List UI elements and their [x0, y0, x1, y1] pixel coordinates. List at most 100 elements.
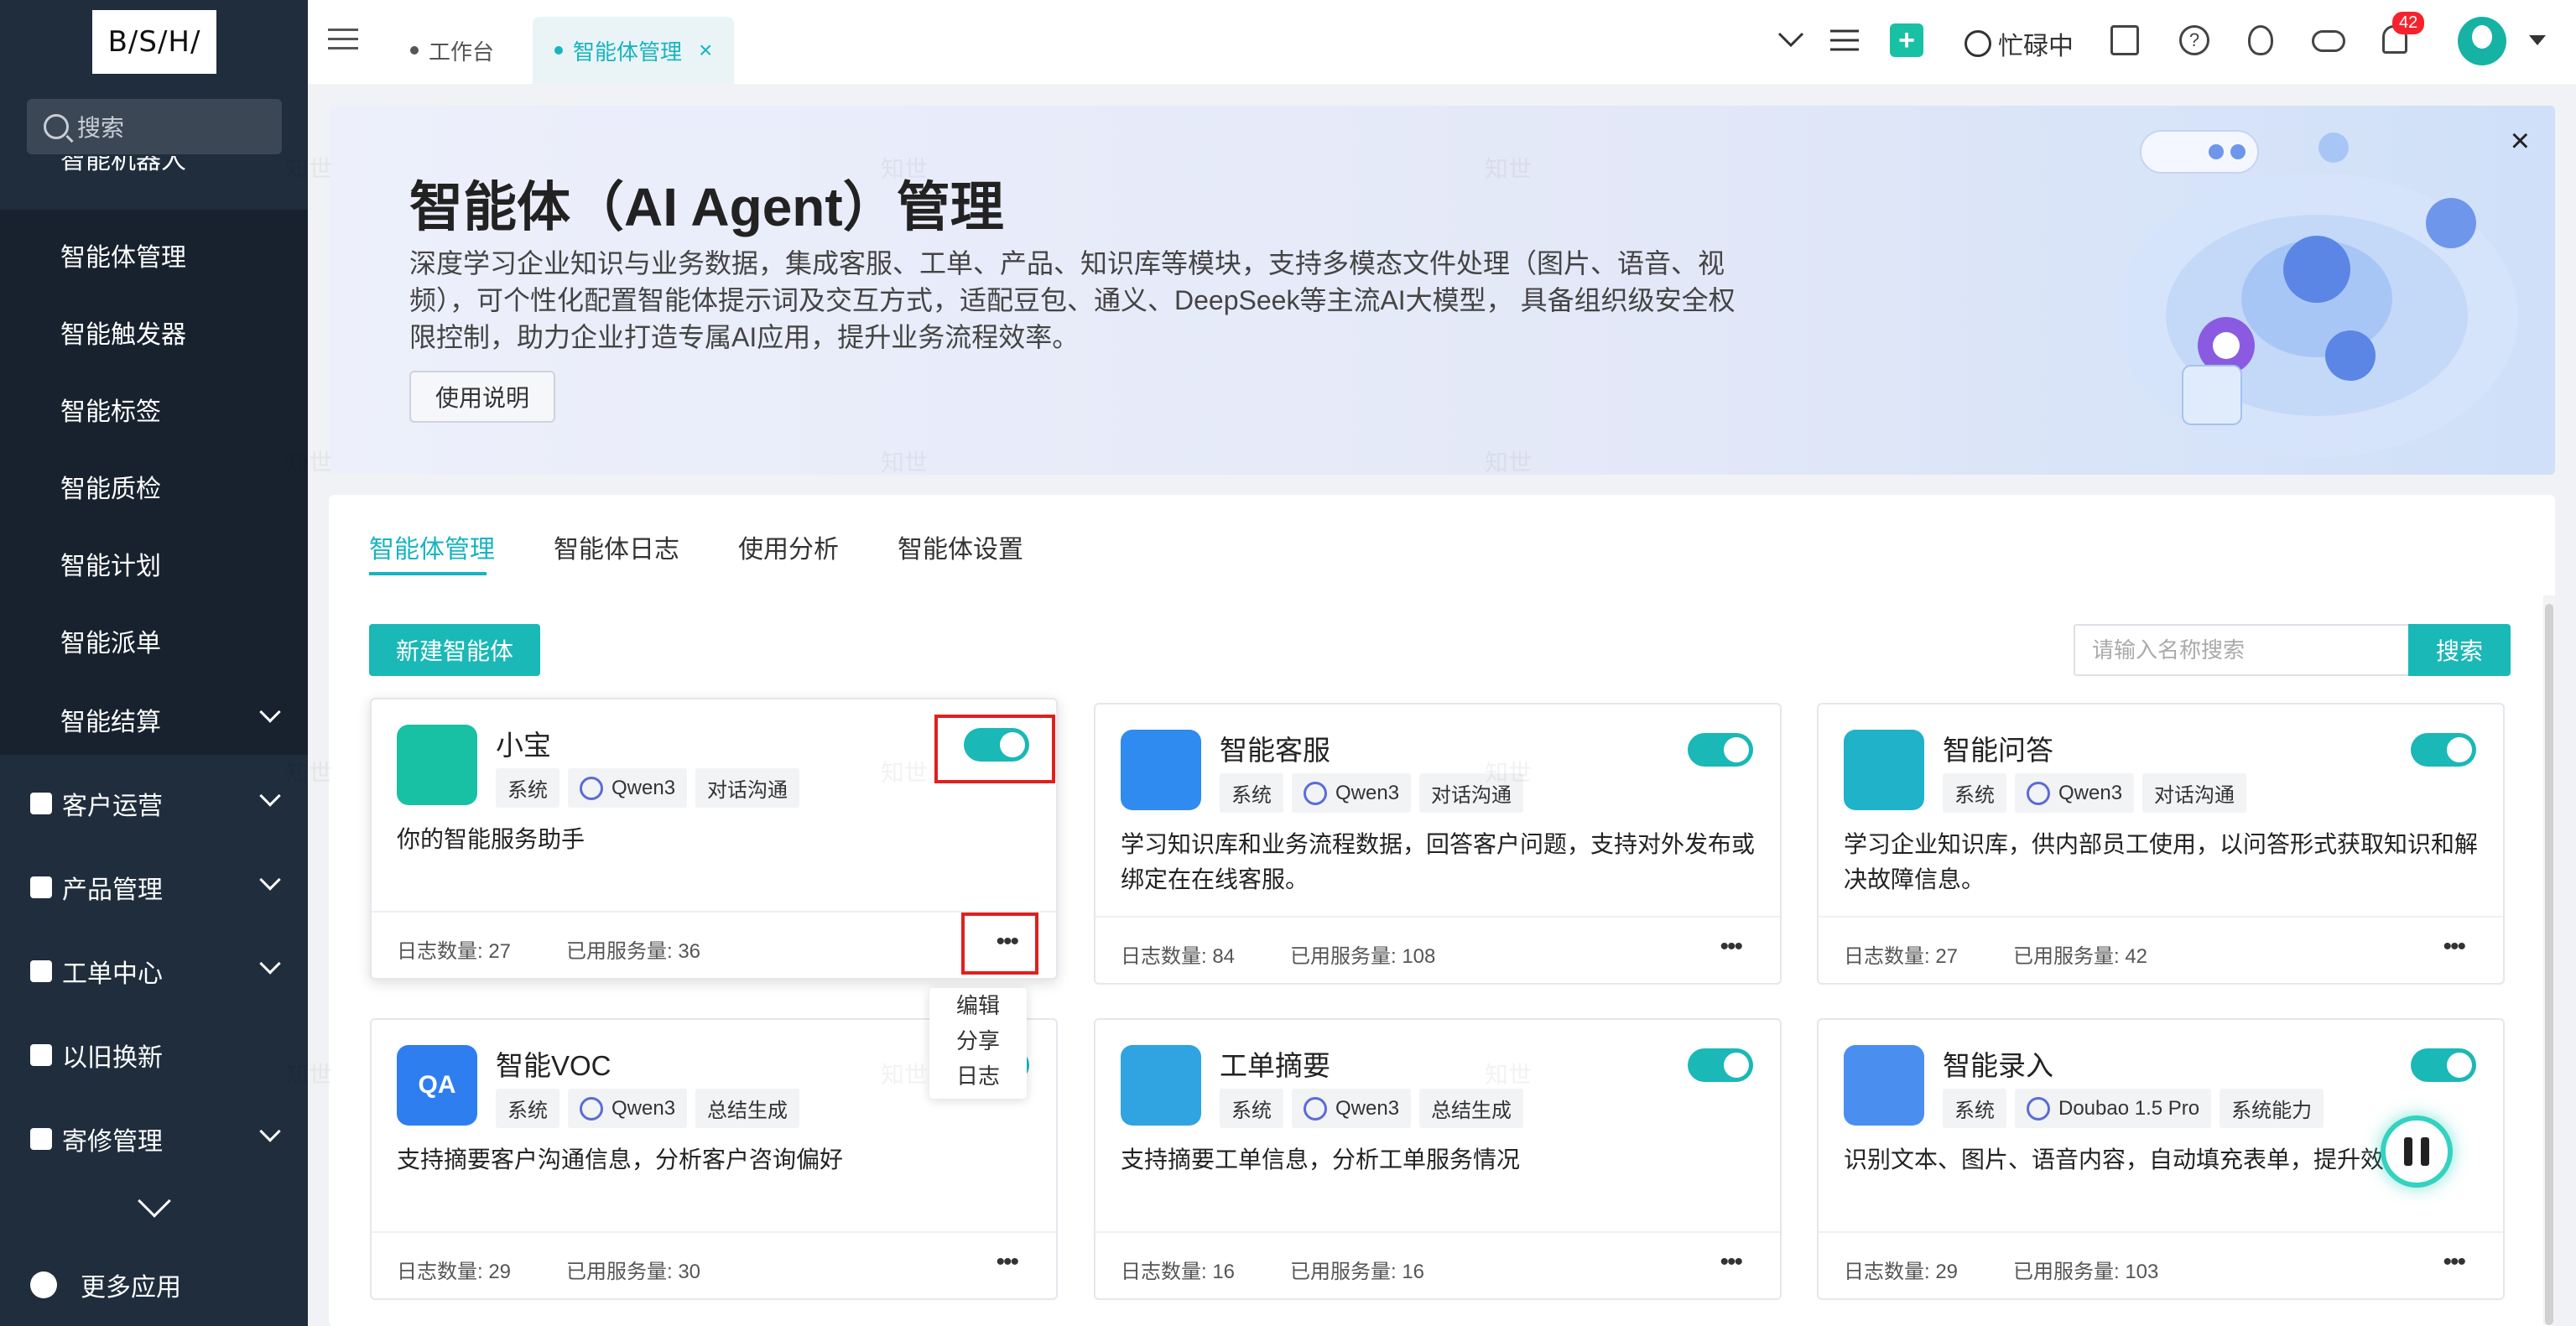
- tab-agent-management-panel[interactable]: 智能体管理: [369, 528, 495, 565]
- sidebar-subitem-trigger[interactable]: 智能触发器: [60, 314, 186, 351]
- sidebar-search-placeholder: 搜索: [77, 115, 125, 141]
- tab-agent-log[interactable]: 智能体日志: [554, 528, 679, 565]
- plus-icon[interactable]: +: [1890, 23, 1923, 57]
- more-apps[interactable]: 更多应用: [30, 1266, 181, 1303]
- agent-tag: 系统: [1220, 773, 1283, 813]
- ticket-icon: [30, 960, 52, 982]
- list-icon[interactable]: [1828, 23, 1861, 57]
- more-icon[interactable]: •••: [2443, 933, 2465, 961]
- sidebar-search[interactable]: 搜索: [27, 99, 282, 154]
- model-icon: [1304, 781, 1327, 805]
- agent-description: 支持摘要工单信息，分析工单服务情况: [1121, 1147, 1521, 1173]
- watermark: 知世: [881, 760, 929, 786]
- agent-tag: 对话沟通: [2142, 773, 2247, 813]
- agent-tag: Doubao 1.5 Pro: [2015, 1089, 2212, 1128]
- model-icon: [2027, 781, 2050, 805]
- agent-tag: 系统: [496, 768, 559, 808]
- agent-tags: 系统 Qwen3 总结生成: [1220, 1089, 1532, 1128]
- logo: B/S/H/: [92, 10, 216, 74]
- sidebar-subitem-tag[interactable]: 智能标签: [60, 391, 161, 428]
- more-icon[interactable]: •••: [1720, 1248, 1742, 1277]
- menu-item-log[interactable]: 日志: [929, 1058, 1027, 1094]
- watermark: 知世: [881, 156, 929, 182]
- scrollbar-thumb[interactable]: [2545, 604, 2553, 1325]
- tab-workbench[interactable]: 工作台: [410, 17, 494, 84]
- menu-item-share[interactable]: 分享: [929, 1023, 1027, 1058]
- avatar[interactable]: [2458, 17, 2506, 65]
- chevron-down-icon[interactable]: [1774, 23, 1808, 57]
- double-chevron-down-icon[interactable]: [138, 1184, 171, 1218]
- pause-icon[interactable]: [2381, 1115, 2453, 1188]
- agent-enable-toggle[interactable]: [1688, 1048, 1753, 1082]
- watermark: 知世: [285, 156, 333, 182]
- status-selector[interactable]: 忙碌中: [1965, 25, 2074, 62]
- topbar: 工作台 智能体管理 × + 忙碌中: [308, 0, 2576, 84]
- tab-agent-management[interactable]: 智能体管理 ×: [533, 17, 735, 84]
- new-agent-button[interactable]: 新建智能体: [369, 624, 540, 676]
- more-icon[interactable]: •••: [1720, 933, 1742, 961]
- sidebar-item-repair[interactable]: 寄修管理: [30, 1121, 163, 1157]
- banner-description: 深度学习企业知识与业务数据，集成客服、工单、产品、知识库等模块，支持多模态文件处…: [409, 248, 1736, 352]
- agent-description: 学习企业知识库，供内部员工使用，以问答形式获取知识和解决故障信息。: [1844, 831, 2479, 892]
- cloud-icon[interactable]: [2312, 30, 2345, 52]
- sidebar-item-customer[interactable]: 客户运营: [30, 785, 163, 822]
- notification-badge: 42: [2392, 12, 2425, 34]
- close-tab-icon[interactable]: ×: [699, 37, 712, 64]
- search-input[interactable]: [2074, 624, 2414, 676]
- used-service-count: 已用服务量: 36: [566, 940, 701, 963]
- menu-toggle-icon[interactable]: [328, 29, 358, 54]
- agent-card[interactable]: 智能客服 系统 Qwen3 对话沟通 学习知识库和业务流程数据，回答客户问题，支持对…: [1094, 703, 1782, 985]
- flame-icon[interactable]: [2248, 25, 2273, 55]
- model-icon: [580, 1096, 603, 1121]
- agent-enable-toggle[interactable]: [2411, 1048, 2476, 1082]
- agent-description: 你的智能服务助手: [397, 826, 585, 852]
- sidebar-subitem-dispatch[interactable]: 智能派单: [60, 622, 161, 659]
- guide-button[interactable]: 使用说明: [409, 371, 555, 423]
- sidebar-item-robots[interactable]: 智能机器人: [0, 156, 308, 210]
- sidebar-item-tradein[interactable]: 以旧换新: [30, 1037, 163, 1074]
- chevron-down-icon: [259, 785, 281, 807]
- watermark: 知世: [881, 450, 929, 476]
- help-icon[interactable]: ?: [2179, 25, 2209, 55]
- sidebar-item-product[interactable]: 产品管理: [30, 869, 163, 906]
- sidebar-item-ticket[interactable]: 工单中心: [30, 953, 163, 990]
- agent-card-footer: 日志数量: 29 已用服务量: 103 •••: [1819, 1231, 2503, 1298]
- ai-illustration-icon: [2115, 130, 2518, 458]
- agent-tag: 系统: [1943, 1089, 2006, 1128]
- scrollbar[interactable]: [2543, 595, 2555, 1325]
- agent-avatar-icon: [397, 725, 477, 805]
- chevron-down-icon: [259, 1121, 281, 1142]
- sidebar-subitem-qc[interactable]: 智能质检: [60, 468, 161, 505]
- agent-tag: 总结生成: [695, 1089, 800, 1128]
- agent-card[interactable]: 智能问答 系统 Qwen3 对话沟通 学习企业知识库，供内部员工使用，以问答形式获取…: [1817, 703, 2505, 985]
- agent-tag: 总结生成: [1419, 1089, 1524, 1128]
- search-icon: [44, 114, 69, 139]
- more-icon[interactable]: •••: [2443, 1248, 2465, 1277]
- watermark: 知世: [1485, 760, 1533, 786]
- search-button[interactable]: 搜索: [2408, 624, 2511, 676]
- sidebar-subitem-agent[interactable]: 智能体管理: [60, 237, 186, 273]
- more-actions-menu: 编辑 分享 日志: [929, 988, 1027, 1099]
- agent-card[interactable]: 工单摘要 系统 Qwen3 总结生成 支持摘要工单信息，分析工单服务情况 日志数量:…: [1094, 1018, 1782, 1300]
- highlight-box: [934, 715, 1055, 783]
- sidebar-subitem-settle[interactable]: 智能结算: [60, 701, 161, 738]
- caret-down-icon[interactable]: [2529, 35, 2546, 45]
- tab-dot: [410, 46, 419, 55]
- calendar-icon[interactable]: [2110, 25, 2139, 55]
- agent-enable-toggle[interactable]: [2411, 733, 2476, 767]
- sidebar: B/S/H/ 搜索 智能机器人 智能体管理 智能触发器 智能标签 智能质检 智能…: [0, 0, 308, 1326]
- tab-agent-settings[interactable]: 智能体设置: [898, 528, 1023, 565]
- tab-usage-analysis[interactable]: 使用分析: [738, 528, 839, 565]
- agent-tag: 系统: [1943, 773, 2006, 813]
- agent-tag: 系统: [1220, 1089, 1283, 1128]
- agent-enable-toggle[interactable]: [1688, 733, 1753, 767]
- menu-item-edit[interactable]: 编辑: [929, 988, 1027, 1023]
- more-icon[interactable]: •••: [996, 1248, 1018, 1277]
- model-icon: [580, 776, 603, 800]
- sidebar-subitem-plan[interactable]: 智能计划: [60, 545, 161, 582]
- highlight-box: [961, 913, 1038, 975]
- calendar-icon[interactable]: [2418, 23, 2452, 57]
- watermark: 知世: [1485, 450, 1533, 476]
- watermark: 知世: [285, 760, 333, 786]
- agent-tag: Qwen3: [2015, 773, 2135, 813]
